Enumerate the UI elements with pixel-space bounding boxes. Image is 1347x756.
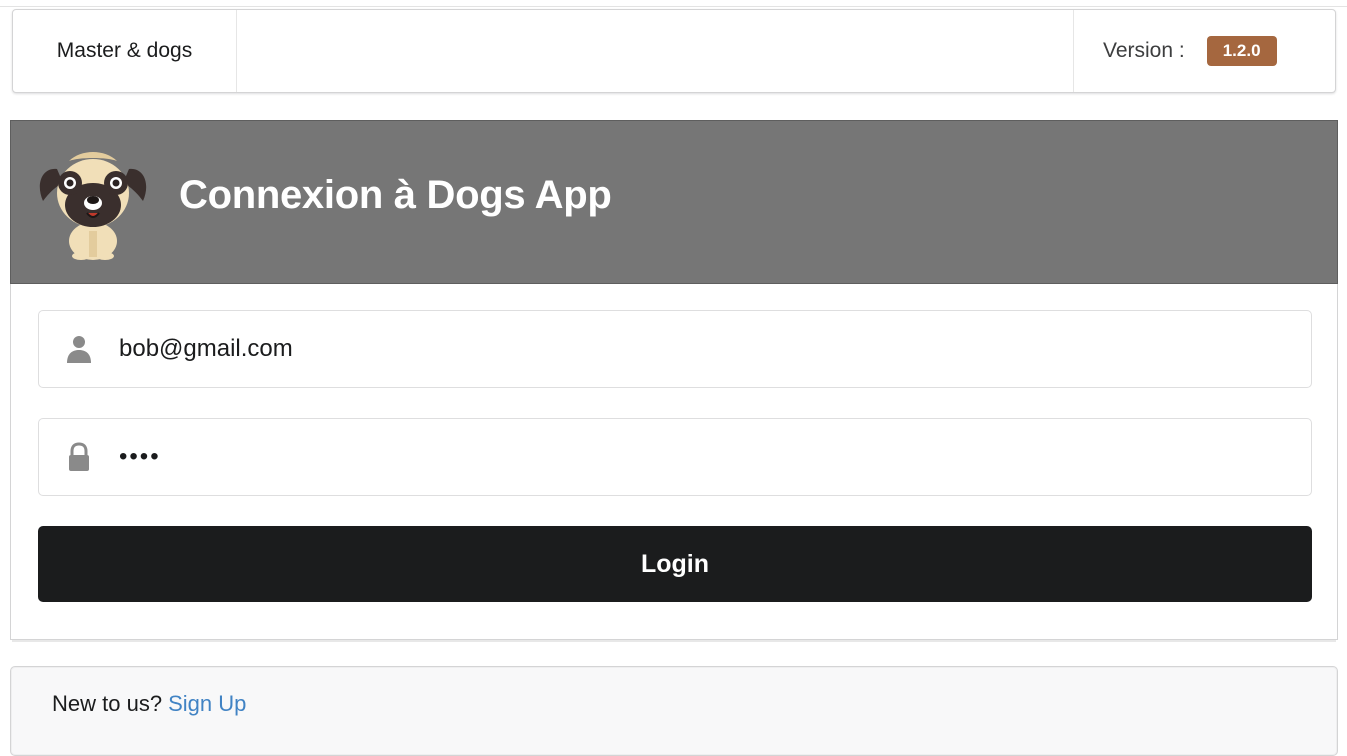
version-item: Version : 1.2.0 bbox=[1073, 10, 1335, 92]
version-label: Version : bbox=[1103, 39, 1185, 62]
menu-spacer bbox=[237, 10, 1073, 92]
top-menu: Master & dogs Version : 1.2.0 bbox=[12, 9, 1336, 93]
pug-logo bbox=[39, 152, 147, 260]
login-form: Login bbox=[10, 284, 1338, 640]
login-button[interactable]: Login bbox=[38, 526, 1312, 602]
user-icon bbox=[67, 336, 91, 363]
signup-message: New to us? Sign Up bbox=[10, 666, 1338, 756]
brand-item[interactable]: Master & dogs bbox=[13, 10, 237, 92]
email-field-wrapper bbox=[38, 310, 1312, 388]
top-divider bbox=[0, 0, 1347, 7]
lock-icon bbox=[69, 442, 89, 471]
brand-label: Master & dogs bbox=[56, 39, 193, 62]
page-title: Connexion à Dogs App bbox=[179, 173, 612, 217]
signup-prompt: New to us? bbox=[52, 691, 163, 716]
password-field-wrapper bbox=[38, 418, 1312, 496]
email-input[interactable] bbox=[119, 311, 1299, 387]
login-header: Connexion à Dogs App bbox=[10, 120, 1338, 284]
version-badge: 1.2.0 bbox=[1206, 36, 1277, 66]
signup-link[interactable]: Sign Up bbox=[168, 691, 246, 716]
password-input[interactable] bbox=[119, 419, 1299, 495]
